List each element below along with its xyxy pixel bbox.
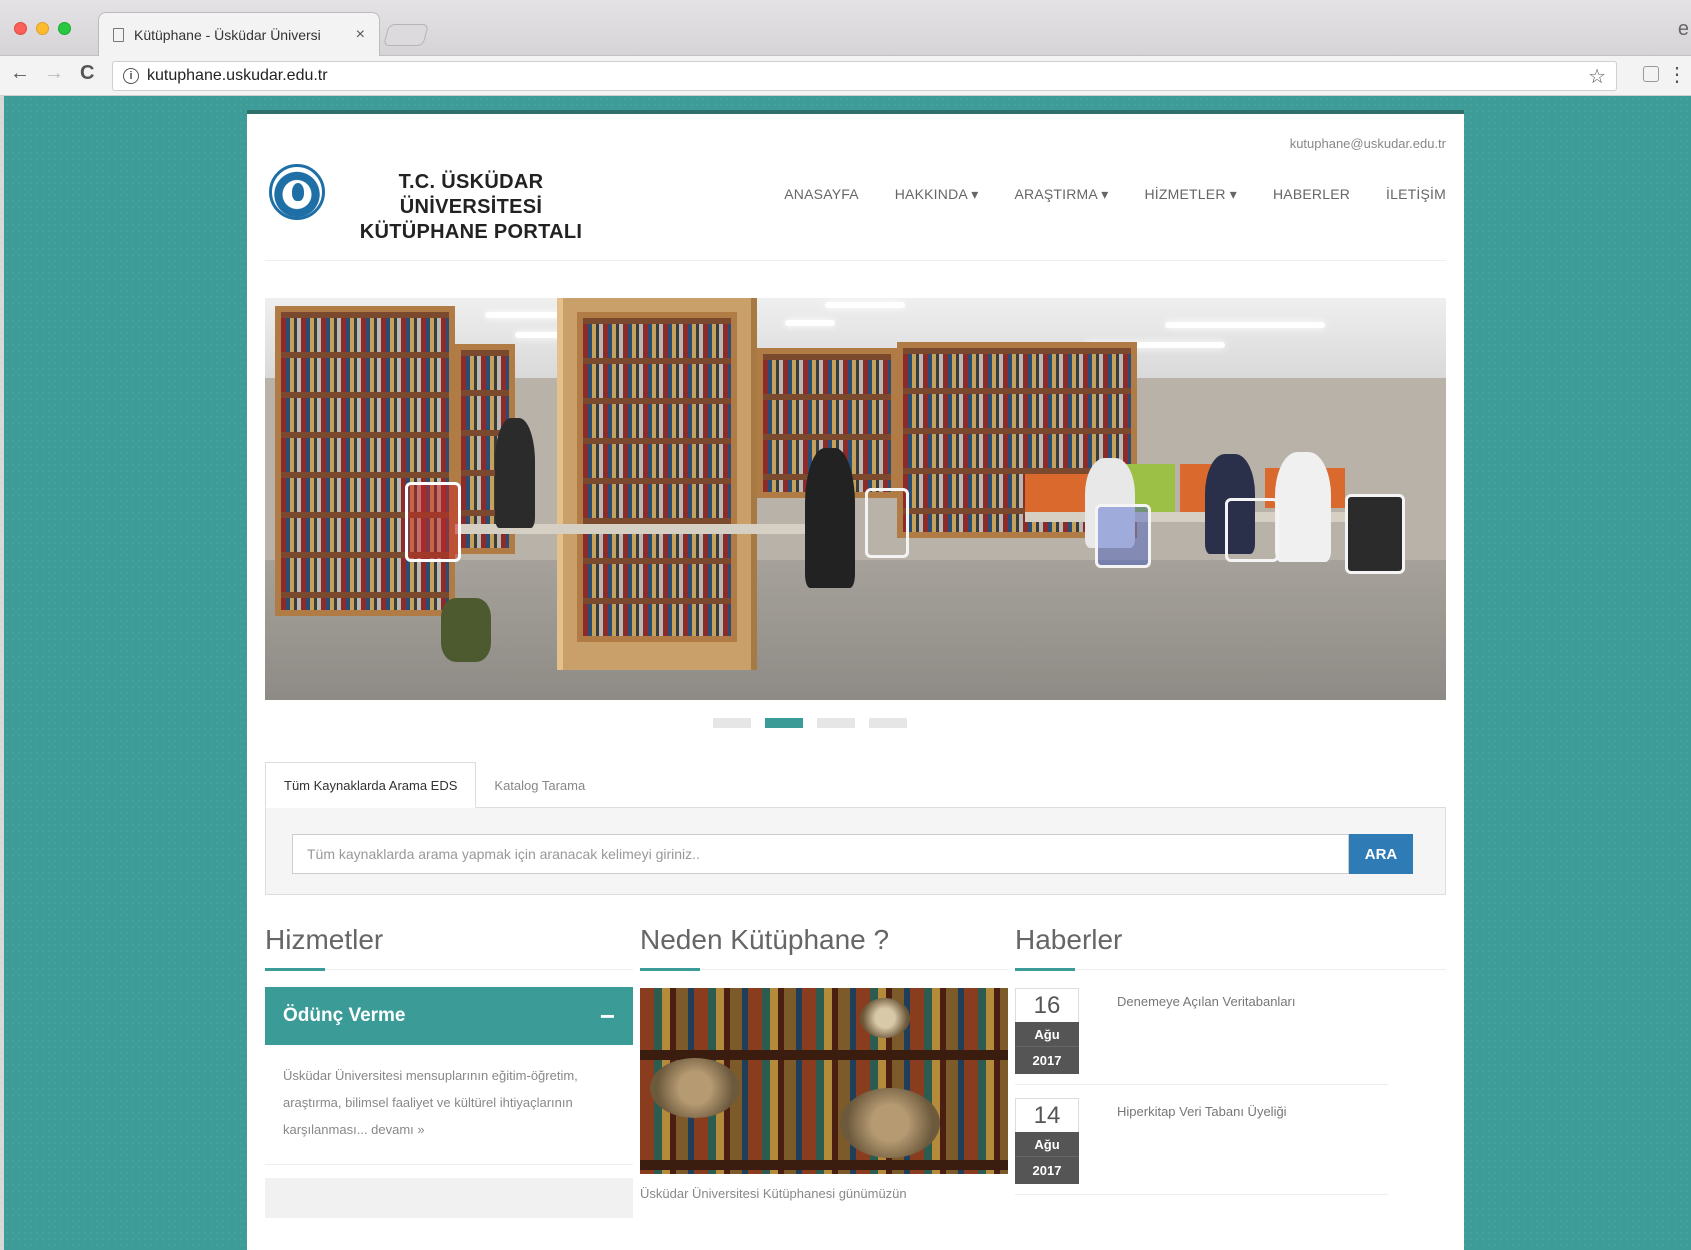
reload-icon[interactable]: C — [80, 62, 94, 85]
news-divider — [1015, 1194, 1388, 1195]
close-window-button[interactable] — [14, 22, 27, 35]
university-logo[interactable] — [269, 164, 325, 220]
browser-menu-icon[interactable]: ⋮ — [1667, 62, 1687, 87]
services-heading: Hizmetler — [265, 924, 384, 955]
nav-iletisim[interactable]: İLETİŞİM — [1386, 186, 1446, 203]
slider-dot[interactable] — [817, 718, 855, 728]
hero-chair — [405, 482, 461, 562]
hero-student — [805, 448, 855, 588]
search-input[interactable] — [292, 834, 1349, 874]
browser-toolbar: ← → C i kutuphane.uskudar.edu.tr ☆ ⋮ — [0, 56, 1691, 96]
image-shelf — [640, 1160, 1008, 1170]
hero-student — [1275, 452, 1331, 562]
why-library-caption: Üsküdar Üniversitesi Kütüphanesi günümüz… — [640, 1186, 907, 1201]
hero-chair — [1345, 494, 1405, 574]
url-text[interactable]: kutuphane.uskudar.edu.tr — [147, 67, 328, 85]
news-month: Ağu — [1015, 1132, 1079, 1156]
why-library-heading: Neden Kütüphane ? — [640, 924, 890, 955]
news-year: 2017 — [1015, 1046, 1079, 1074]
tab-close-icon[interactable]: × — [356, 26, 365, 44]
accordion-next-item[interactable] — [265, 1178, 633, 1218]
slider-dot[interactable] — [869, 718, 907, 728]
slider-indicators — [713, 718, 907, 728]
hero-chair — [1225, 498, 1279, 562]
news-day: 16 — [1015, 988, 1079, 1022]
cat-on-bookshelf-image[interactable] — [640, 988, 1008, 1174]
site-title-line2: KÜTÜPHANE PORTALI — [359, 221, 583, 243]
accordion-divider — [265, 1164, 633, 1165]
hero-chair — [865, 488, 909, 558]
back-icon[interactable]: ← — [10, 62, 30, 85]
search-tabs: Tüm Kaynaklarda Arama EDS Katalog Tarama — [265, 762, 603, 808]
news-month: Ağu — [1015, 1022, 1079, 1046]
news-heading: Haberler — [1015, 924, 1123, 955]
search-button[interactable]: ARA — [1349, 834, 1413, 874]
why-library-heading-underline — [640, 968, 700, 971]
search-panel: ARA — [265, 807, 1446, 895]
news-divider — [1015, 1084, 1388, 1085]
news-heading-underline — [1015, 968, 1075, 971]
hero-ceiling-light — [1165, 322, 1325, 328]
forward-icon[interactable]: → — [44, 62, 64, 85]
hero-ceiling-light — [825, 302, 905, 308]
nav-anasayfa[interactable]: ANASAYFA — [784, 186, 858, 203]
info-icon[interactable]: i — [123, 68, 139, 84]
collapse-icon[interactable]: − — [600, 1001, 615, 1032]
news-year: 2017 — [1015, 1156, 1079, 1184]
hero-slider-image[interactable] — [265, 298, 1446, 700]
main-navigation: ANASAYFA HAKKINDA ▾ ARAŞTIRMA ▾ HİZMETLE… — [784, 186, 1446, 203]
news-title-link[interactable]: Hiperkitap Veri Tabanı Üyeliği — [1117, 1104, 1287, 1119]
accordion-odunc-verme[interactable]: Ödünç Verme − — [265, 987, 633, 1045]
browser-tab[interactable]: Kütüphane - Üsküdar Üniversi × — [98, 12, 380, 56]
site-title-line1: T.C. ÜSKÜDAR ÜNİVERSİTESİ — [398, 171, 544, 218]
nav-hizmetler[interactable]: HİZMETLER ▾ — [1145, 186, 1237, 203]
maximize-window-button[interactable] — [58, 22, 71, 35]
news-title-link[interactable]: Denemeye Açılan Veritabanları — [1117, 994, 1296, 1009]
contact-email-link[interactable]: kutuphane@uskudar.edu.tr — [1290, 136, 1446, 151]
minimize-window-button[interactable] — [36, 22, 49, 35]
hero-bookshelf — [275, 306, 455, 616]
news-day: 14 — [1015, 1098, 1079, 1132]
image-cat — [650, 1058, 740, 1118]
page-viewport: kutuphane@uskudar.edu.tr T.C. ÜSKÜDAR ÜN… — [4, 96, 1691, 1250]
hero-backpack — [441, 598, 491, 662]
slider-dot-active[interactable] — [765, 718, 803, 728]
news-date-badge: 14 Ağu 2017 — [1015, 1098, 1079, 1184]
hero-bookshelf — [577, 312, 737, 642]
bookmark-star-icon[interactable]: ☆ — [1588, 64, 1606, 89]
tab-eds-search[interactable]: Tüm Kaynaklarda Arama EDS — [265, 762, 477, 808]
document-icon — [113, 27, 124, 42]
hero-student — [495, 418, 535, 528]
services-heading-underline — [265, 968, 325, 971]
browser-titlebar: Kütüphane - Üsküdar Üniversi × e — [0, 0, 1691, 56]
news-heading-rule — [1015, 969, 1446, 970]
slider-dot[interactable] — [713, 718, 751, 728]
tab-title: Kütüphane - Üsküdar Üniversi — [134, 26, 321, 43]
extension-icon[interactable] — [1643, 66, 1659, 82]
nav-hakkinda[interactable]: HAKKINDA ▾ — [895, 186, 979, 203]
new-tab-button[interactable] — [383, 24, 429, 46]
address-bar[interactable]: i kutuphane.uskudar.edu.tr ☆ — [112, 61, 1617, 91]
image-bird — [860, 998, 910, 1038]
news-date-badge: 16 Ağu 2017 — [1015, 988, 1079, 1074]
accordion-label: Ödünç Verme — [283, 1005, 406, 1026]
profile-icon[interactable]: e — [1678, 18, 1689, 41]
page-container: kutuphane@uskudar.edu.tr T.C. ÜSKÜDAR ÜN… — [247, 110, 1464, 1250]
tab-catalog-search[interactable]: Katalog Tarama — [476, 762, 603, 808]
image-cat — [840, 1088, 940, 1158]
header-divider — [265, 260, 1446, 261]
hero-ceiling-light — [785, 320, 835, 326]
nav-arastirma[interactable]: ARAŞTIRMA ▾ — [1014, 186, 1108, 203]
site-title[interactable]: T.C. ÜSKÜDAR ÜNİVERSİTESİ KÜTÜPHANE PORT… — [337, 170, 605, 245]
nav-haberler[interactable]: HABERLER — [1273, 186, 1350, 203]
hero-chair — [1095, 504, 1151, 568]
accordion-body-text: Üsküdar Üniversitesi mensuplarının eğiti… — [283, 1068, 578, 1137]
